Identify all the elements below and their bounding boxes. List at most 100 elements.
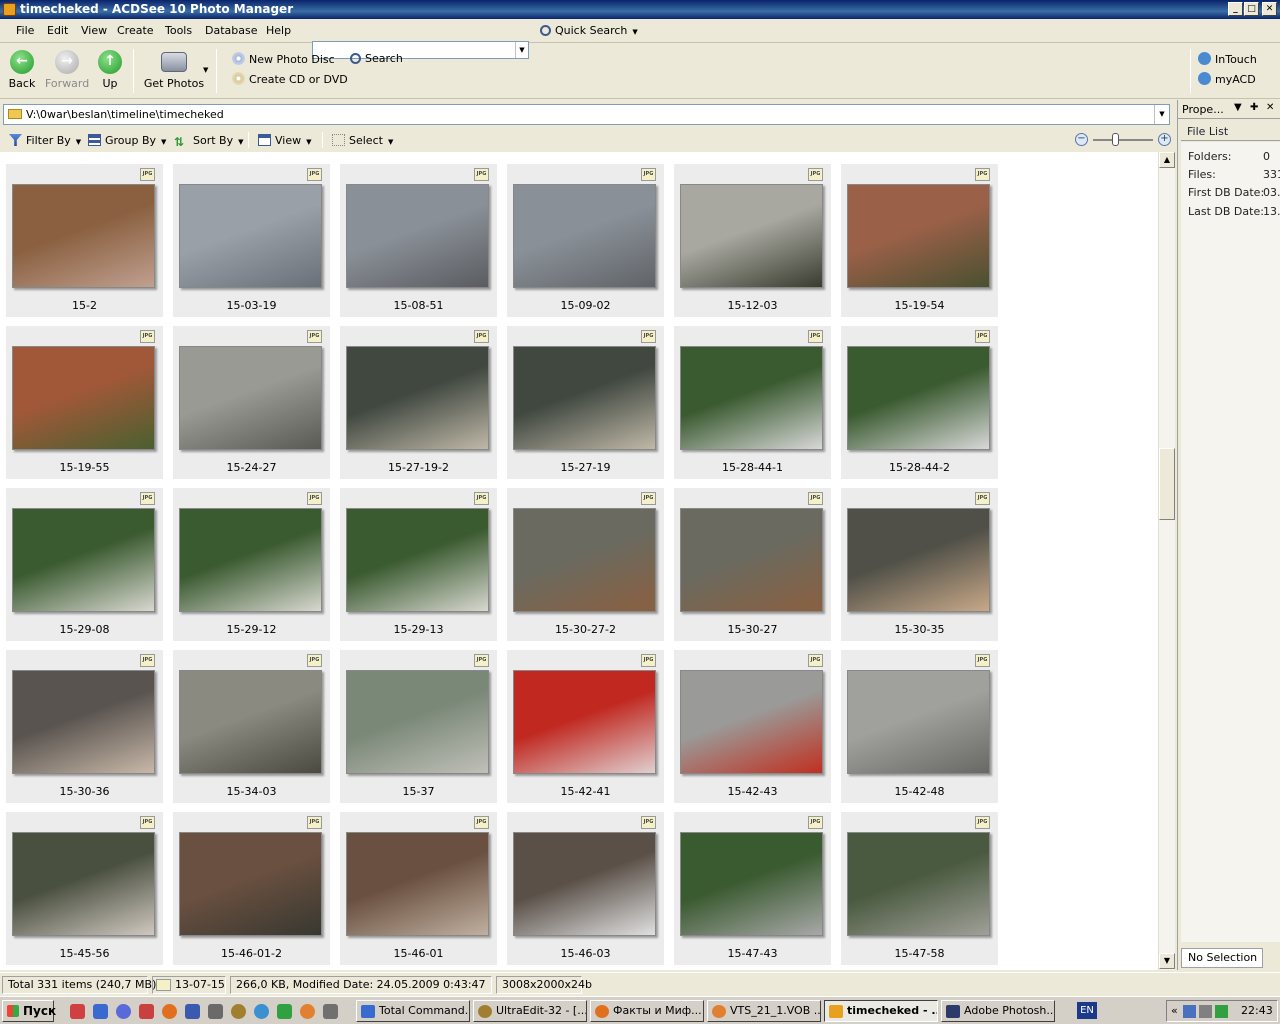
- intouch-link[interactable]: InTouch: [1198, 52, 1257, 66]
- search-button[interactable]: Search: [350, 52, 403, 65]
- tray-device-icon[interactable]: [1199, 1005, 1212, 1018]
- zoom-track[interactable]: [1093, 139, 1153, 141]
- photo-thumbnail[interactable]: [847, 184, 990, 288]
- quicklaunch-word-icon[interactable]: [185, 1004, 200, 1019]
- thumbnail-item[interactable]: JPG 15-09-02: [507, 164, 664, 317]
- photo-thumbnail[interactable]: [847, 832, 990, 936]
- tray-expand-icon[interactable]: «: [1171, 1004, 1178, 1017]
- photo-thumbnail[interactable]: [346, 508, 489, 612]
- sort-by-button[interactable]: ⇅ Sort By ▼: [174, 134, 244, 149]
- menu-create[interactable]: Create: [117, 24, 154, 37]
- zoom-in-icon[interactable]: +: [1158, 133, 1171, 146]
- quicklaunch-firefox-icon[interactable]: [162, 1004, 177, 1019]
- close-button[interactable]: ✕: [1262, 2, 1277, 16]
- scroll-up-icon[interactable]: ▲: [1159, 152, 1175, 168]
- myacd-link[interactable]: myACD: [1198, 72, 1256, 86]
- thumbnail-item[interactable]: JPG 15-42-41: [507, 650, 664, 803]
- zoom-out-icon[interactable]: −: [1075, 133, 1088, 146]
- thumbnail-item[interactable]: JPG 15-45-56: [6, 812, 163, 965]
- thumbnail-item[interactable]: JPG 15-30-36: [6, 650, 163, 803]
- photo-thumbnail[interactable]: [12, 832, 155, 936]
- photo-thumbnail[interactable]: [513, 832, 656, 936]
- photo-thumbnail[interactable]: [346, 184, 489, 288]
- vertical-scrollbar[interactable]: ▲ ▼: [1158, 152, 1175, 970]
- thumbnail-item[interactable]: JPG 15-19-54: [841, 164, 998, 317]
- photo-thumbnail[interactable]: [179, 670, 322, 774]
- thumbnail-item[interactable]: JPG 15-19-55: [6, 326, 163, 479]
- menu-view[interactable]: View: [81, 24, 107, 37]
- new-photo-disc-button[interactable]: New Photo Disc: [232, 52, 335, 66]
- thumbnail-item[interactable]: JPG 15-28-44-2: [841, 326, 998, 479]
- quicklaunch-tool-icon[interactable]: [208, 1004, 223, 1019]
- photo-thumbnail[interactable]: [179, 508, 322, 612]
- tray-transfer-icon[interactable]: [1215, 1005, 1228, 1018]
- tray-network-icon[interactable]: [1183, 1005, 1196, 1018]
- get-photos-button[interactable]: Get Photos ▼: [142, 50, 208, 90]
- thumbnail-item[interactable]: JPG 15-03-19: [173, 164, 330, 317]
- thumbnail-item[interactable]: JPG 15-46-01: [340, 812, 497, 965]
- thumbnail-item[interactable]: JPG 15-42-48: [841, 650, 998, 803]
- pane-close-icon[interactable]: ✕: [1266, 102, 1274, 113]
- menu-file[interactable]: File: [16, 24, 34, 37]
- quicklaunch-browser-icon[interactable]: [254, 1004, 269, 1019]
- scroll-thumb[interactable]: [1159, 448, 1175, 520]
- start-button[interactable]: Пуск: [2, 1000, 56, 1022]
- thumbnail-item[interactable]: JPG 15-47-43: [674, 812, 831, 965]
- photo-thumbnail[interactable]: [680, 508, 823, 612]
- quicklaunch-opera-icon[interactable]: [70, 1004, 85, 1019]
- photo-thumbnail[interactable]: [680, 184, 823, 288]
- thumbnail-item[interactable]: JPG 15-30-35: [841, 488, 998, 641]
- thumbnail-item[interactable]: JPG 15-34-03: [173, 650, 330, 803]
- photo-thumbnail[interactable]: [847, 670, 990, 774]
- create-cd-dvd-button[interactable]: Create CD or DVD: [232, 72, 348, 86]
- thumbnail-item[interactable]: JPG 15-29-08: [6, 488, 163, 641]
- photo-thumbnail[interactable]: [179, 832, 322, 936]
- photo-thumbnail[interactable]: [513, 508, 656, 612]
- thumbnail-item[interactable]: JPG 15-29-12: [173, 488, 330, 641]
- zoom-knob[interactable]: [1112, 133, 1119, 146]
- quicklaunch-firefox2-icon[interactable]: [300, 1004, 315, 1019]
- photo-thumbnail[interactable]: [12, 346, 155, 450]
- quicklaunch-v-icon[interactable]: [277, 1004, 292, 1019]
- photo-thumbnail[interactable]: [346, 670, 489, 774]
- photo-thumbnail[interactable]: [680, 346, 823, 450]
- photo-thumbnail[interactable]: [12, 508, 155, 612]
- language-indicator[interactable]: EN: [1077, 1002, 1097, 1019]
- photo-thumbnail[interactable]: [847, 508, 990, 612]
- task-ultraedit[interactable]: UltraEdit-32 - [...: [473, 1000, 587, 1022]
- task-total-commander[interactable]: Total Command...: [356, 1000, 470, 1022]
- minimize-button[interactable]: _: [1228, 2, 1243, 16]
- task-browser[interactable]: Факты и Миф...: [590, 1000, 704, 1022]
- thumbnail-item[interactable]: JPG 15-37: [340, 650, 497, 803]
- menu-help[interactable]: Help: [266, 24, 291, 37]
- thumbnail-item[interactable]: JPG 15-42-43: [674, 650, 831, 803]
- thumbnail-item[interactable]: JPG 15-47-58: [841, 812, 998, 965]
- file-list-attributes-tab[interactable]: File List Attributes: [1181, 122, 1280, 157]
- maximize-button[interactable]: □: [1244, 2, 1259, 16]
- pane-menu-icon[interactable]: ▼: [1234, 102, 1242, 113]
- filter-by-button[interactable]: Filter By ▼: [9, 134, 81, 147]
- thumbnail-item[interactable]: JPG 15-24-27: [173, 326, 330, 479]
- photo-thumbnail[interactable]: [680, 832, 823, 936]
- photo-thumbnail[interactable]: [12, 670, 155, 774]
- thumbnail-item[interactable]: JPG 15-27-19-2: [340, 326, 497, 479]
- task-photoshop[interactable]: Adobe Photosh...: [941, 1000, 1055, 1022]
- menu-database[interactable]: Database: [205, 24, 258, 37]
- no-selection-tab[interactable]: No Selection: [1181, 948, 1263, 968]
- photo-thumbnail[interactable]: [12, 184, 155, 288]
- path-bar[interactable]: V:\0war\beslan\timeline\timecheked ▼: [3, 104, 1170, 125]
- thumbnail-zoom-slider[interactable]: − +: [1075, 133, 1173, 147]
- menu-edit[interactable]: Edit: [47, 24, 68, 37]
- thumbnail-item[interactable]: JPG 15-30-27-2: [507, 488, 664, 641]
- thumbnail-item[interactable]: JPG 15-12-03: [674, 164, 831, 317]
- thumbnail-item[interactable]: JPG 15-30-27: [674, 488, 831, 641]
- view-button[interactable]: View ▼: [258, 134, 312, 147]
- quicklaunch-app-icon[interactable]: [139, 1004, 154, 1019]
- quicklaunch-desktop-icon[interactable]: [93, 1004, 108, 1019]
- quicklaunch-media-icon[interactable]: [116, 1004, 131, 1019]
- up-button[interactable]: ↑ Up: [97, 50, 123, 90]
- thumbnail-item[interactable]: JPG 15-2: [6, 164, 163, 317]
- select-button[interactable]: Select ▼: [332, 134, 393, 147]
- menu-tools[interactable]: Tools: [165, 24, 192, 37]
- task-vob-player[interactable]: VTS_21_1.VOB ...: [707, 1000, 821, 1022]
